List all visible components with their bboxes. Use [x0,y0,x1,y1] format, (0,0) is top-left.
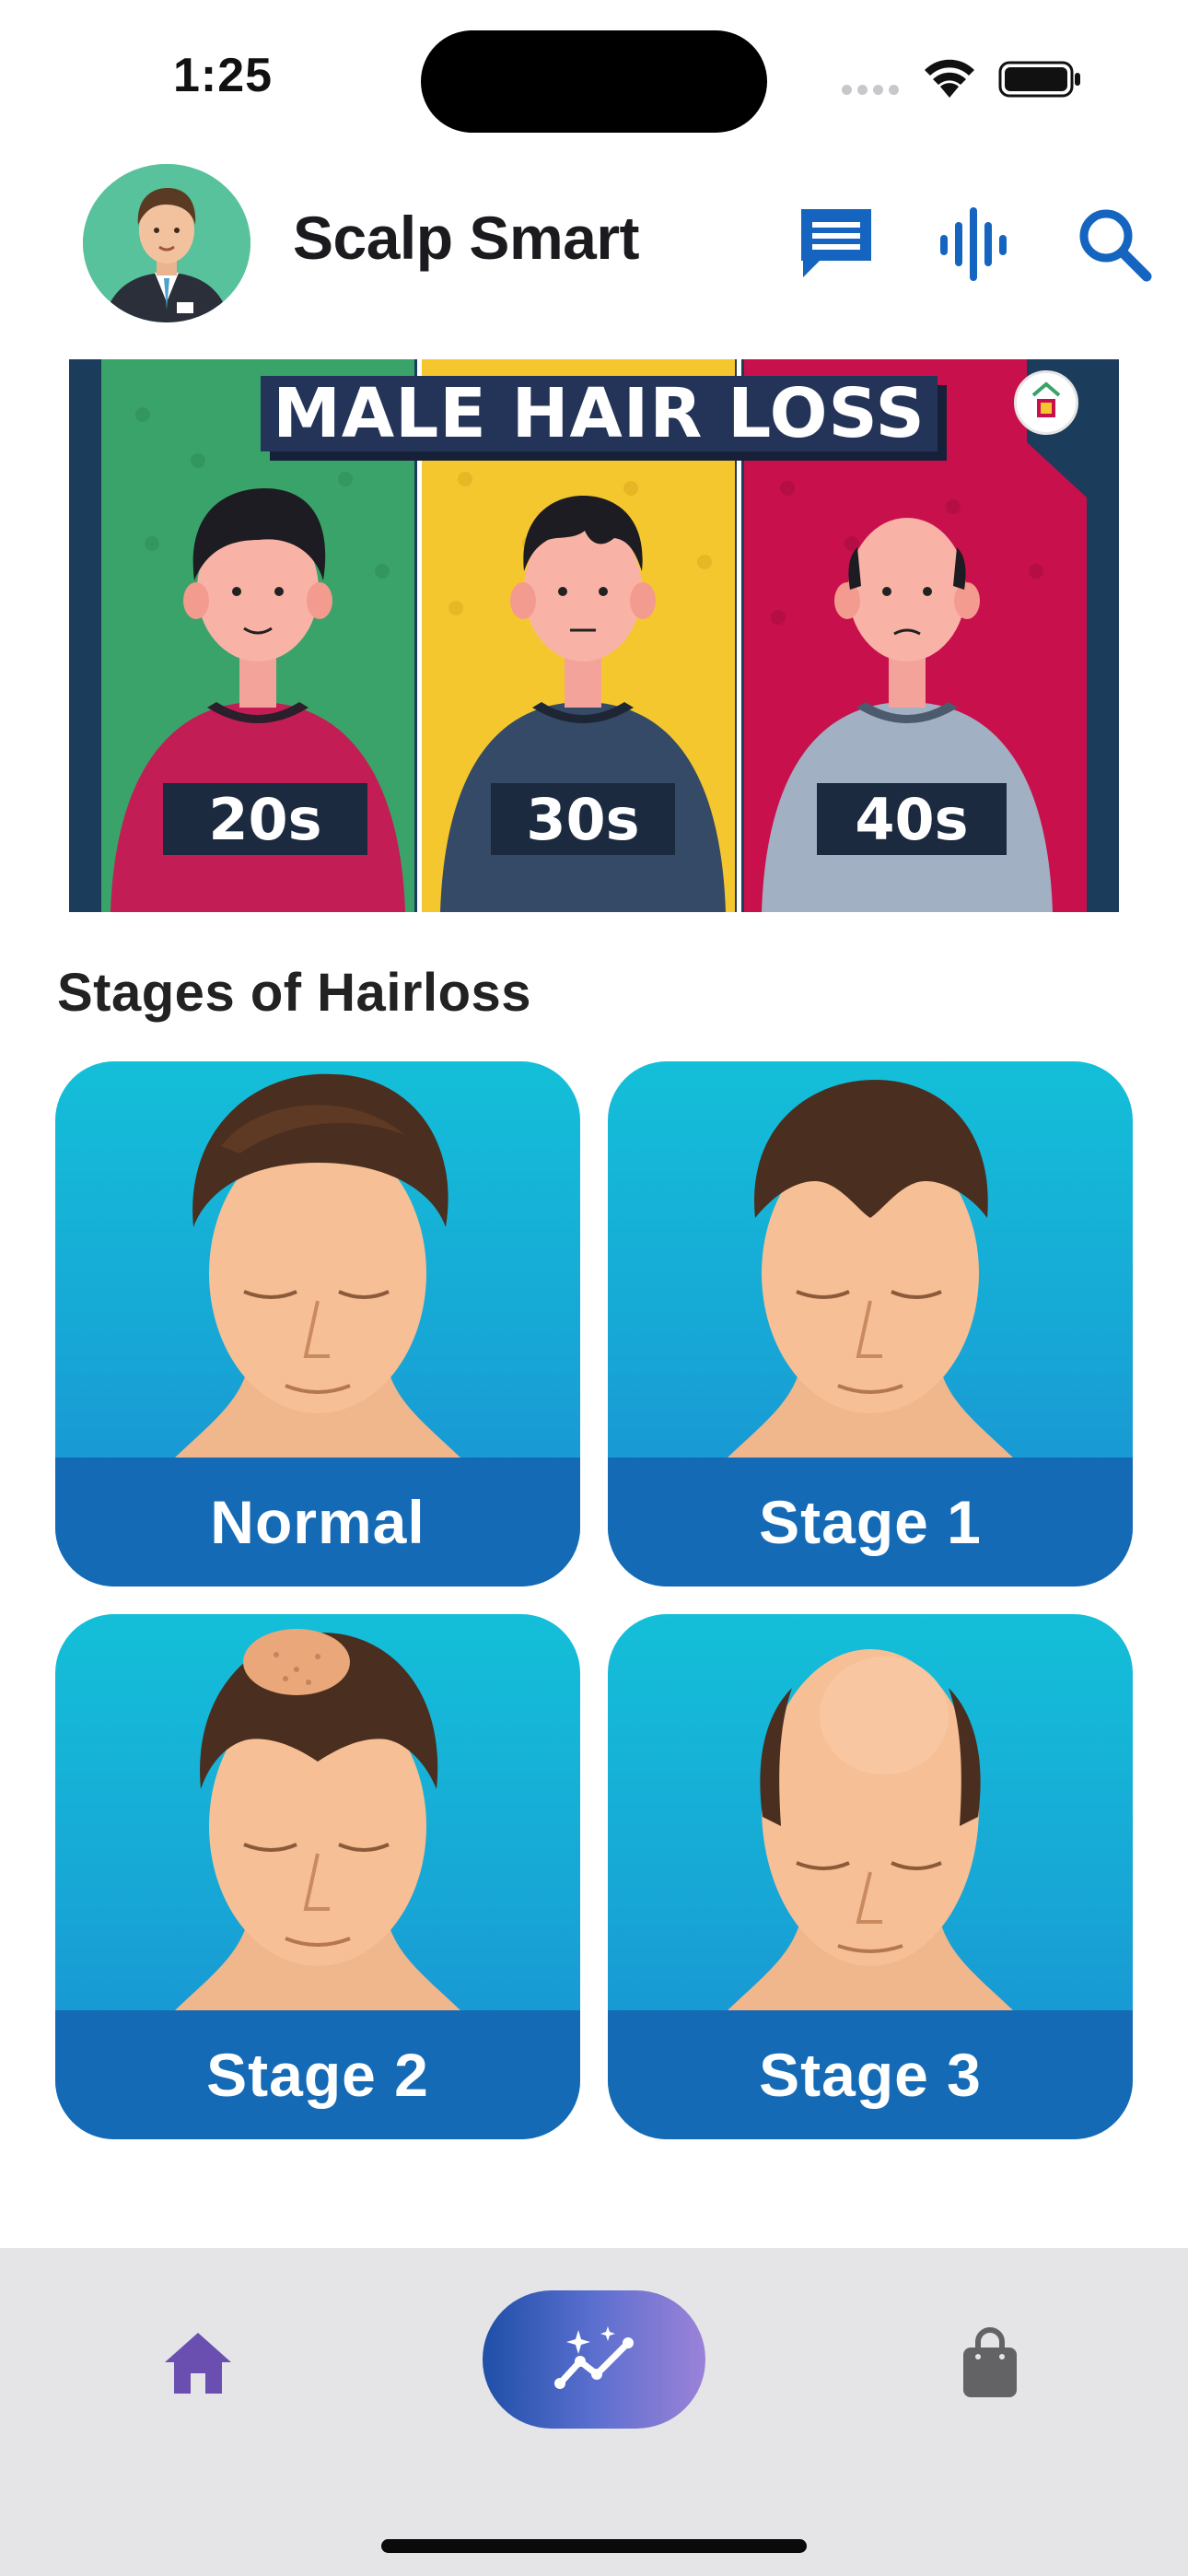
search-icon[interactable] [1068,198,1160,290]
bottom-tab-bar [0,2248,1188,2576]
age-label-30s: 30s [491,783,675,855]
status-time: 1:25 [173,49,274,102]
voice-wave-icon[interactable] [930,198,1022,290]
head-stage-3-illustration [728,1649,1013,2010]
app-title: Scalp Smart [293,204,640,272]
head-stage-2-illustration [175,1629,460,2010]
stage-label-band: Stage 2 [55,2010,580,2139]
stage-card-stage-1[interactable]: Stage 1 [608,1061,1133,1587]
home-indicator [381,2539,807,2553]
banner-title-box: MALE HAIR LOSS [261,374,938,453]
cellular-signal-icon [842,85,899,95]
age-label-text: 30s [526,785,640,853]
stage-label-band: Stage 3 [608,2010,1133,2139]
age-label-40s: 40s [817,783,1007,855]
stage-label-band: Normal [55,1458,580,1587]
head-stage-1-illustration [728,1080,1013,1458]
battery-icon [998,61,1083,102]
age-label-text: 20s [208,785,322,853]
head-normal-illustration [175,1073,460,1458]
dynamic-island [421,30,767,133]
hair-loss-banner[interactable]: MALE HAIR LOSS 20s 30s 40s [69,359,1119,912]
shopping-bag-icon[interactable] [949,2322,1031,2405]
stage-label: Stage 1 [759,1488,982,1556]
stage-label: Normal [210,1488,425,1556]
age-label-20s: 20s [163,783,367,855]
wifi-icon [922,57,977,104]
stage-card-normal[interactable]: Normal [55,1061,580,1587]
analytics-sparkle-icon[interactable] [483,2290,705,2429]
avatar[interactable] [83,164,250,322]
stage-label: Stage 2 [206,2041,429,2109]
section-title: Stages of Hairloss [57,963,532,1023]
age-label-text: 40s [855,785,969,853]
stage-card-stage-2[interactable]: Stage 2 [55,1614,580,2139]
status-bar: 1:25 [0,0,1188,157]
stage-label: Stage 3 [759,2041,982,2109]
banner-title: MALE HAIR LOSS [273,374,926,453]
stage-card-stage-3[interactable]: Stage 3 [608,1614,1133,2139]
home-icon[interactable] [157,2322,239,2405]
chat-icon[interactable] [790,198,882,290]
stage-label-band: Stage 1 [608,1458,1133,1587]
brand-badge-icon [1014,370,1078,435]
app-header: Scalp Smart [0,157,1188,322]
